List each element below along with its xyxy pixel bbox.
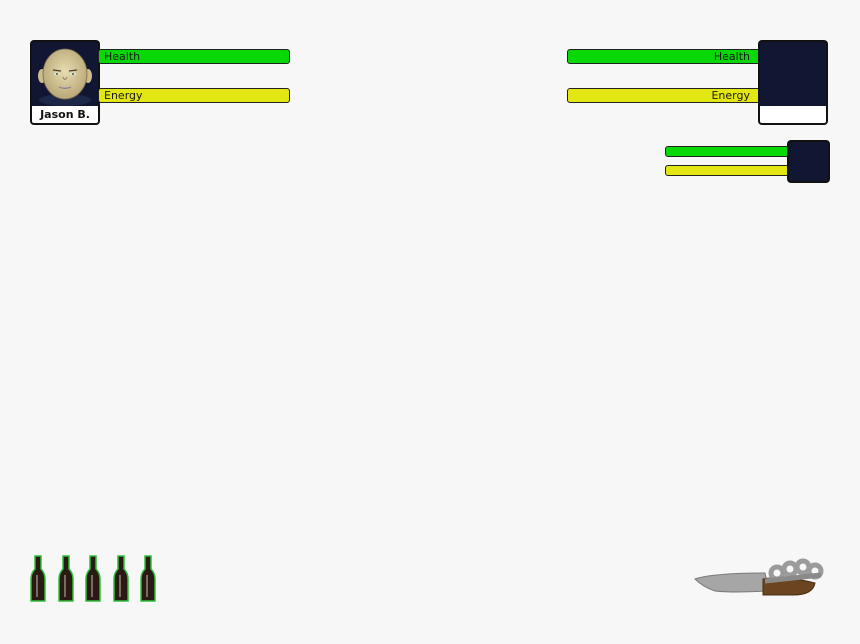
bottle-icon (112, 555, 129, 602)
player-energy-label: Energy (104, 89, 143, 102)
bottle-inventory (30, 555, 160, 603)
enemy-health-bar: Health (567, 49, 761, 64)
enemy2-portrait (787, 140, 830, 183)
enemy-portrait (758, 40, 828, 125)
enemy2-health-bar (665, 146, 791, 157)
knife-knuckles-weapon-icon (694, 558, 824, 596)
player-name: Jason B. (32, 106, 98, 123)
enemy2-energy-bar (665, 165, 791, 176)
player-health-label: Health (104, 50, 141, 63)
bottle-icon (140, 555, 156, 602)
bottle-icon (57, 555, 74, 602)
player-energy-bar: Energy (98, 88, 290, 103)
player-face-icon (38, 48, 92, 106)
enemy-health-label: Health (713, 50, 750, 63)
bottle-icon (85, 555, 101, 602)
enemy-energy-bar: Energy (567, 88, 761, 103)
enemy-energy-label: Energy (711, 89, 750, 102)
player-portrait: Jason B. (30, 40, 100, 125)
bottle-icon (30, 555, 46, 602)
player-health-bar: Health (98, 49, 290, 64)
enemy-name (760, 106, 826, 123)
